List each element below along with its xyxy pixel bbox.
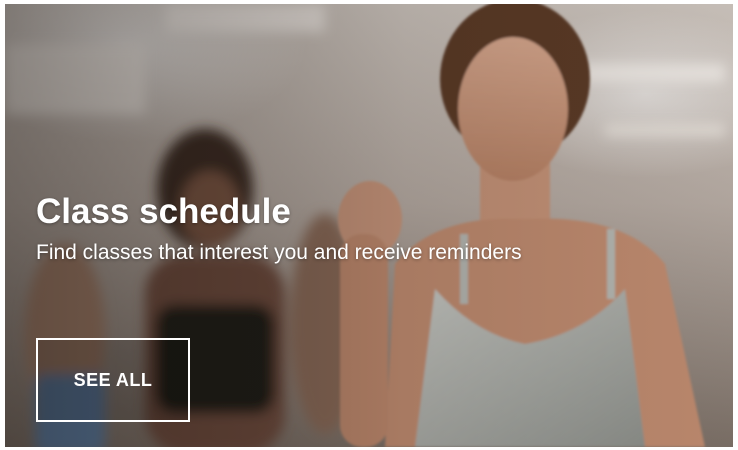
card-title: Class schedule (36, 192, 291, 231)
card-text-block: Class schedule Find classes that interes… (36, 192, 556, 265)
card-subtitle: Find classes that interest you and recei… (36, 241, 522, 264)
see-all-button[interactable]: SEE ALL (36, 338, 190, 422)
class-schedule-card[interactable]: Class schedule Find classes that interes… (5, 4, 733, 447)
